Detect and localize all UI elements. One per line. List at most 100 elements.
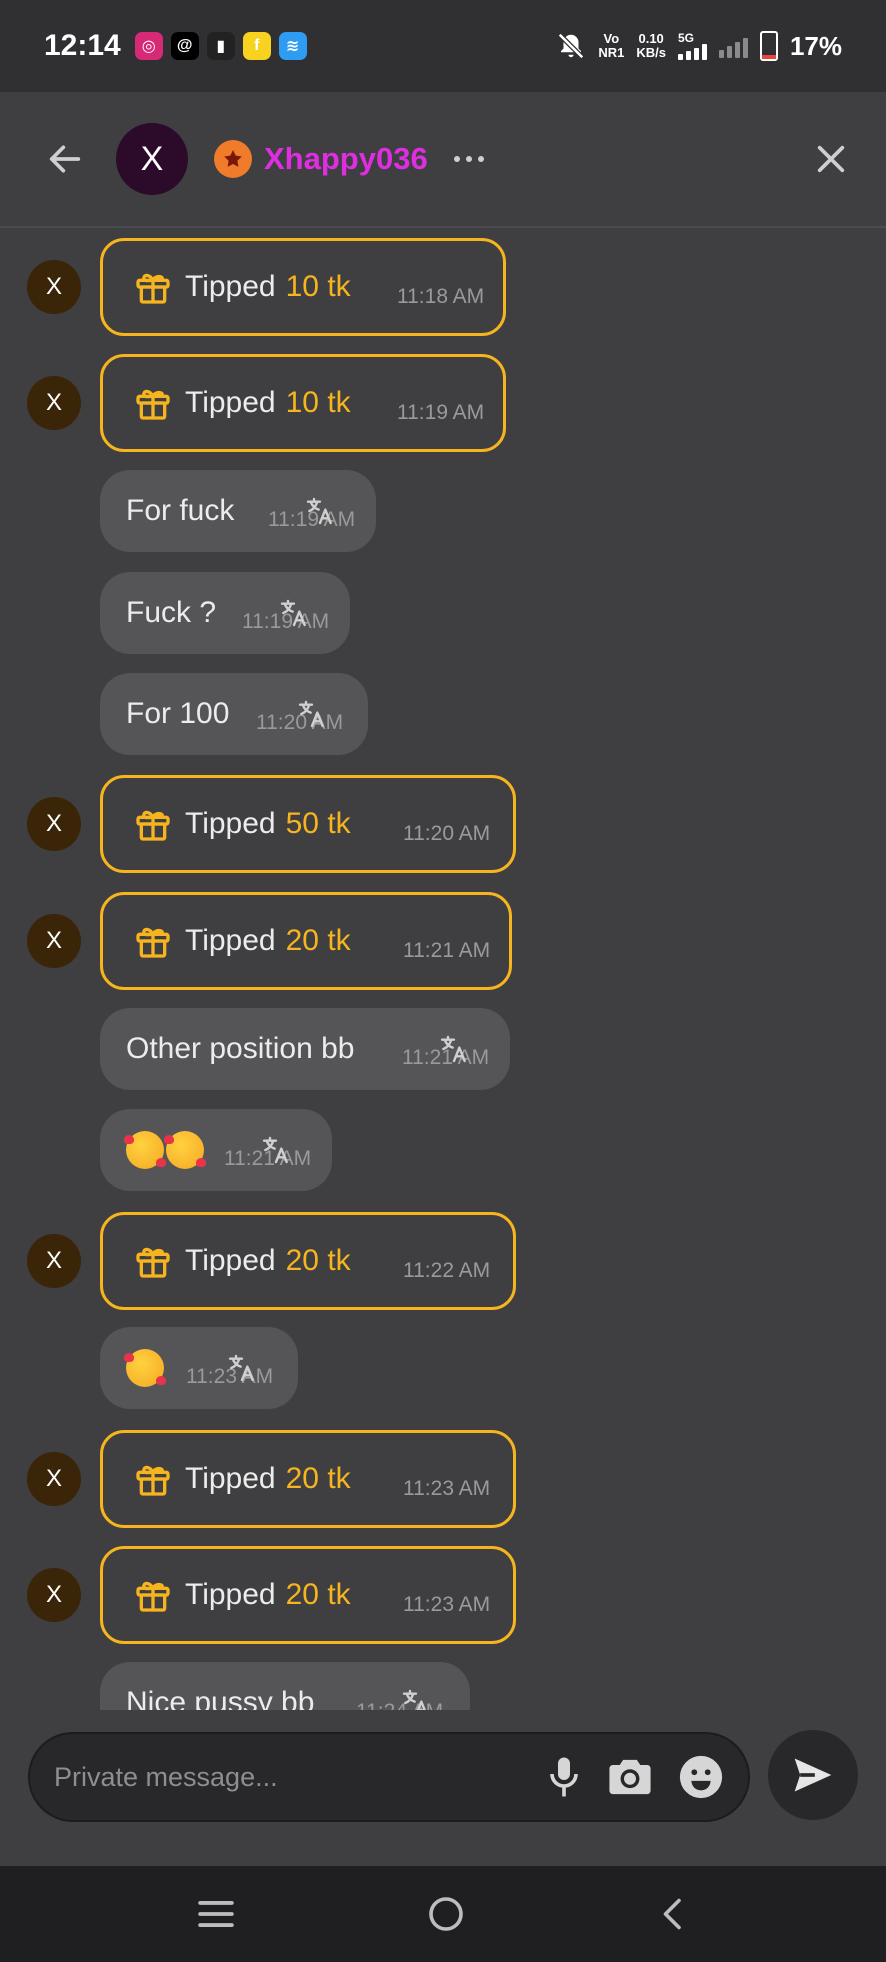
instagram-icon: ◎ <box>134 32 163 60</box>
tip-amount: 20 tk <box>285 1578 351 1611</box>
message-time: 11:19 AM <box>397 401 485 424</box>
chevron-left-icon <box>664 1898 682 1930</box>
translate-icon[interactable] <box>226 1352 258 1384</box>
tip-label: Tipped <box>185 1462 276 1495</box>
sender-avatar[interactable]: X <box>27 260 81 314</box>
status-indicators: Vo NR1 0.10 KB/s 5G 17% <box>556 31 842 62</box>
system-navigation-bar <box>0 1866 886 1962</box>
star-badge-icon <box>214 140 252 178</box>
send-icon <box>794 1758 832 1792</box>
nav-back-button[interactable] <box>657 1896 689 1932</box>
battery-icon <box>759 31 778 61</box>
text-bubble[interactable]: Fuck ? 11:19 AM <box>100 572 350 654</box>
send-button[interactable] <box>768 1730 858 1820</box>
tip-bubble[interactable]: Tipped 20 tk 11:21 AM <box>100 892 512 990</box>
tip-message: X Tipped 20 tk 11:22 AM <box>0 1212 886 1310</box>
message-time: 11:23 AM <box>403 1593 491 1616</box>
sender-avatar[interactable]: X <box>27 376 81 430</box>
translate-icon[interactable] <box>400 1687 432 1710</box>
message-time: 11:23 AM <box>403 1477 491 1500</box>
volte-top: Vo <box>603 31 620 46</box>
emoji-button[interactable] <box>678 1754 724 1800</box>
smiling-face-with-hearts-icon <box>164 1131 206 1169</box>
signal-bars-secondary-icon <box>718 34 748 58</box>
gift-icon <box>136 389 170 420</box>
translate-icon[interactable] <box>278 597 310 629</box>
message-time: 11:18 AM <box>397 285 485 308</box>
home-circle-icon <box>429 1897 463 1931</box>
tip-bubble[interactable]: Tipped 20 tk 11:23 AM <box>100 1430 516 1528</box>
tip-message: X Tipped 20 tk 11:23 AM <box>0 1546 886 1644</box>
sender-avatar[interactable]: X <box>27 797 81 851</box>
message-text: Other position bb <box>126 1032 355 1065</box>
private-message-input[interactable] <box>54 1761 534 1793</box>
mute-icon <box>558 32 585 60</box>
microphone-button[interactable] <box>546 1755 582 1799</box>
message-text: Fuck ? <box>126 596 217 629</box>
chat-message: For fuck 11:19 AM <box>0 470 886 552</box>
status-time: 12:14 <box>44 29 121 62</box>
chat-message: 11:21 AM <box>0 1109 886 1191</box>
avatar[interactable]: X <box>116 123 188 195</box>
dot-icon <box>477 156 484 162</box>
signal-bars-icon <box>677 44 707 60</box>
message-text: Nice pussy bb <box>126 1686 315 1710</box>
emoji-bubble[interactable]: 11:23 AM <box>100 1327 298 1409</box>
network-type: 5G <box>677 31 694 45</box>
tip-label: Tipped <box>185 1578 276 1611</box>
tip-amount: 50 tk <box>285 807 351 840</box>
network-speed: 0.10 KB/s <box>636 32 666 60</box>
app-icon: ≋ <box>278 32 307 60</box>
translate-icon[interactable] <box>304 495 336 527</box>
sender-avatar[interactable]: X <box>27 914 81 968</box>
home-button[interactable] <box>428 1896 464 1932</box>
tip-label: Tipped <box>185 270 276 303</box>
tip-bubble[interactable]: Tipped 50 tk 11:20 AM <box>100 775 516 873</box>
chat-message: Fuck ? 11:19 AM <box>0 572 886 654</box>
gift-icon <box>136 273 170 304</box>
username[interactable]: Xhappy036 <box>264 141 428 177</box>
arrow-left-icon <box>49 145 81 173</box>
tip-bubble[interactable]: Tipped 20 tk 11:23 AM <box>100 1546 516 1644</box>
signal-5g: 5G <box>677 31 707 60</box>
sender-avatar[interactable]: X <box>27 1568 81 1622</box>
tip-amount: 10 tk <box>285 386 351 419</box>
close-icon <box>817 145 845 173</box>
camera-icon <box>609 1759 651 1795</box>
chat-message: 11:23 AM <box>0 1327 886 1409</box>
translate-icon[interactable] <box>438 1033 470 1065</box>
message-composer <box>28 1732 750 1822</box>
recent-apps-button[interactable] <box>197 1898 235 1930</box>
gift-icon <box>136 1247 170 1278</box>
status-bar: 12:14 ◎ @ ▮ f ≋ Vo NR1 0.10 KB/s 5G 17% <box>0 0 886 92</box>
tip-bubble[interactable]: Tipped 20 tk 11:22 AM <box>100 1212 516 1310</box>
tip-bubble[interactable]: Tipped 10 tk 11:18 AM <box>100 238 506 336</box>
tip-amount: 20 tk <box>285 1462 351 1495</box>
message-list[interactable]: X Tipped 10 tk 11:18 AM X Tipped 10 tk 11:19 AM… <box>0 230 886 1710</box>
tip-label: Tipped <box>185 807 276 840</box>
sim-icon: ▮ <box>206 32 235 60</box>
back-button[interactable] <box>40 134 90 184</box>
smiling-face-with-hearts-icon <box>124 1131 166 1169</box>
tip-message: X Tipped 10 tk 11:18 AM <box>0 238 886 336</box>
sender-avatar[interactable]: X <box>27 1452 81 1506</box>
chat-message: Nice pussy bb11:24 AM <box>0 1662 886 1710</box>
dot-icon <box>465 156 472 162</box>
volte-bottom: NR1 <box>598 45 625 60</box>
translate-icon[interactable] <box>260 1134 292 1166</box>
camera-button[interactable] <box>606 1756 654 1798</box>
sender-avatar[interactable]: X <box>27 1234 81 1288</box>
tip-label: Tipped <box>185 386 276 419</box>
tip-amount: 20 tk <box>285 924 351 957</box>
tip-message: X Tipped 50 tk 11:20 AM <box>0 775 886 873</box>
message-time: 11:20 AM <box>403 822 491 845</box>
translate-icon[interactable] <box>296 698 328 730</box>
tip-bubble[interactable]: Tipped 10 tk 11:19 AM <box>100 354 506 452</box>
tip-message: X Tipped 20 tk 11:21 AM <box>0 892 886 990</box>
chat-header: X Xhappy036 <box>0 92 886 228</box>
emoji-bubble[interactable]: 11:21 AM <box>100 1109 332 1191</box>
more-options-button[interactable] <box>453 156 484 162</box>
speed-unit: KB/s <box>636 45 666 60</box>
close-button[interactable] <box>806 134 856 184</box>
tip-label: Tipped <box>185 1244 276 1277</box>
